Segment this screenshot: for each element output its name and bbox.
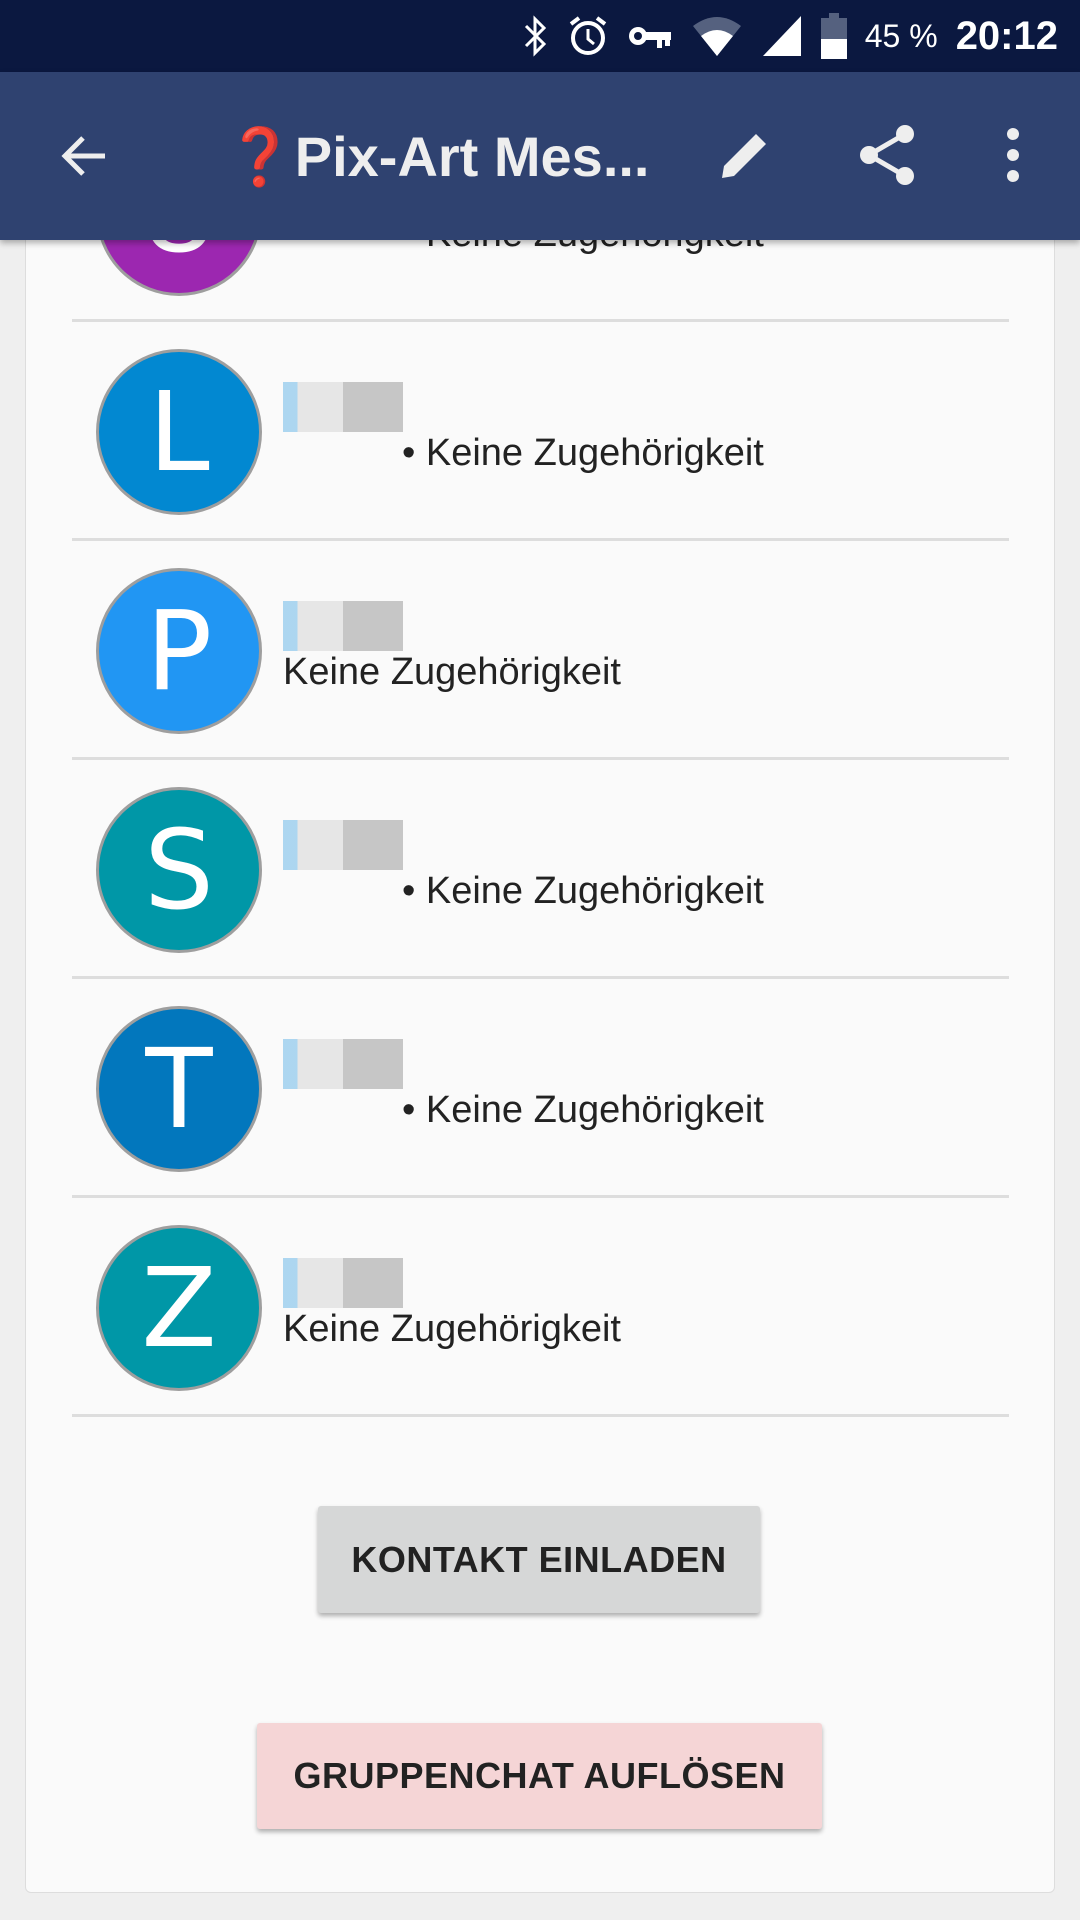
app-bar: ❓Pix-Art Mes...	[0, 72, 1080, 240]
bluetooth-icon	[524, 15, 546, 57]
member-name-pixelated	[283, 820, 403, 870]
avatar: S	[96, 787, 262, 953]
member-name-pixelated	[283, 1258, 403, 1308]
member-list-item[interactable]: Z Keine Zugehörigkeit	[72, 1198, 1009, 1417]
member-affiliation: Keine Zugehörigkeit	[283, 1308, 621, 1350]
more-vert-icon[interactable]	[980, 122, 1046, 188]
member-list-item[interactable]: L • Keine Zugehörigkeit	[72, 322, 1009, 541]
page-title: ❓Pix-Art Mes...	[225, 125, 650, 188]
member-list-item[interactable]: S • Keine Zugehörigkeit	[72, 760, 1009, 979]
vpn-key-icon	[628, 27, 671, 48]
member-affiliation: Keine Zugehörigkeit	[283, 651, 621, 693]
back-arrow-icon[interactable]	[55, 126, 115, 186]
invite-contact-button[interactable]: KONTAKT EINLADEN	[318, 1506, 760, 1613]
member-list-item[interactable]: P Keine Zugehörigkeit	[72, 541, 1009, 760]
member-name-pixelated	[283, 382, 403, 432]
avatar: Z	[96, 1225, 262, 1391]
share-icon[interactable]	[855, 122, 921, 188]
member-list-item[interactable]: T • Keine Zugehörigkeit	[72, 979, 1009, 1198]
battery-icon	[820, 13, 847, 59]
member-affiliation: • Keine Zugehörigkeit	[402, 1089, 764, 1131]
battery-percent: 45 %	[864, 17, 938, 54]
alarm-icon	[569, 16, 606, 55]
avatar: P	[96, 568, 262, 734]
edit-icon[interactable]	[712, 122, 778, 188]
status-bar: 45 % 20:12	[0, 0, 1080, 72]
member-name-pixelated	[283, 601, 403, 651]
cell-signal-icon	[762, 16, 801, 56]
wifi-icon	[692, 17, 741, 56]
avatar: T	[96, 1006, 262, 1172]
member-affiliation: • Keine Zugehörigkeit	[402, 870, 764, 912]
clock: 20:12	[955, 13, 1058, 58]
member-name-pixelated	[283, 1039, 403, 1089]
member-affiliation: • Keine Zugehörigkeit	[402, 432, 764, 474]
dissolve-groupchat-button[interactable]: GRUPPENCHAT AUFLÖSEN	[257, 1723, 822, 1829]
avatar: L	[96, 349, 262, 515]
